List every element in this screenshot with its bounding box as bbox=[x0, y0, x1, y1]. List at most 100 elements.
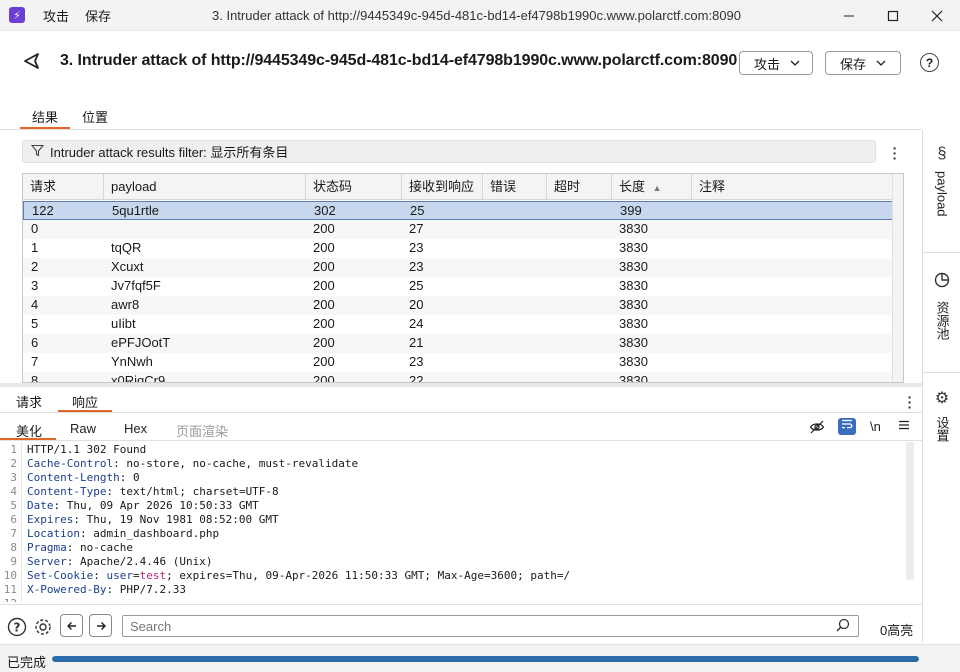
line-number: 5 bbox=[10, 499, 17, 512]
response-viewer[interactable]: 1 HTTP/1.1 302 Found 2 Cache-Control: no-st… bbox=[0, 442, 922, 602]
table-cell: YnNwh bbox=[111, 354, 153, 369]
active-tab-underline bbox=[58, 410, 112, 412]
search-input[interactable] bbox=[122, 615, 859, 637]
table-row[interactable]: 3 Jv7fqf5F 200 25 3830 bbox=[23, 277, 893, 296]
table-cell bbox=[482, 315, 546, 334]
burp-app-icon: ⚡ bbox=[9, 7, 25, 23]
help-icon[interactable]: ? bbox=[920, 53, 939, 72]
tab-divider bbox=[0, 129, 922, 130]
sidebar-label-payload: payload bbox=[934, 171, 950, 217]
header-separator: : bbox=[113, 457, 127, 470]
table-scrollbar[interactable] bbox=[892, 174, 903, 382]
newline-toggle-icon[interactable]: \n bbox=[870, 419, 881, 434]
response-scrollbar[interactable] bbox=[906, 442, 914, 580]
header-separator: : bbox=[106, 485, 120, 498]
right-sidebar: § payload 资源池 ⚙ 设置 bbox=[922, 130, 960, 642]
maximize-icon[interactable] bbox=[870, 0, 916, 31]
response-line: 12 bbox=[0, 597, 912, 602]
help-circle-icon[interactable]: ? bbox=[6, 616, 28, 638]
sort-ascending-icon: ▲ bbox=[652, 183, 662, 193]
table-row[interactable]: 8 x0RjqCr9 200 22 3830 bbox=[23, 372, 893, 383]
attack-button-label: 攻击 bbox=[754, 56, 781, 72]
save-dropdown-button[interactable]: 保存 bbox=[825, 51, 901, 75]
table-row[interactable]: 6 ePFJOotT 200 21 3830 bbox=[23, 334, 893, 353]
attack-dropdown-button[interactable]: 攻击 bbox=[739, 51, 813, 75]
header-value: no-cache bbox=[80, 541, 133, 554]
table-cell bbox=[546, 334, 611, 353]
table-row[interactable]: 5 uIibt 200 24 3830 bbox=[23, 315, 893, 334]
close-icon[interactable] bbox=[914, 0, 960, 31]
table-row[interactable]: 1 tqQR 200 23 3830 bbox=[23, 239, 893, 258]
response-line: 7 Location: admin_dashboard.php bbox=[0, 527, 912, 541]
cookie-equals: = bbox=[132, 569, 140, 582]
table-cell: 21 bbox=[409, 335, 424, 350]
previous-match-button[interactable] bbox=[60, 614, 83, 637]
header-value: admin_dashboard.php bbox=[93, 527, 220, 540]
table-row[interactable]: 4 awr8 200 20 3830 bbox=[23, 296, 893, 315]
line-number: 8 bbox=[10, 541, 17, 554]
more-options-icon[interactable]: · · · bbox=[890, 141, 900, 165]
header-separator: : bbox=[53, 499, 67, 512]
attack-progress-bar bbox=[52, 656, 919, 662]
table-cell: 3830 bbox=[619, 335, 648, 350]
table-cell: 3830 bbox=[619, 354, 648, 369]
tab-hex[interactable]: Hex bbox=[124, 421, 147, 436]
sidebar-item-resource-pool[interactable]: 资源池 bbox=[923, 272, 960, 340]
sidebar-item-settings[interactable]: ⚙ 设置 bbox=[923, 388, 960, 442]
column-header-request[interactable]: 请求 bbox=[23, 174, 103, 200]
table-row[interactable]: 7 YnNwh 200 23 3830 bbox=[23, 353, 893, 372]
tab-request[interactable]: 请求 bbox=[16, 392, 42, 411]
table-cell bbox=[483, 202, 547, 221]
table-row[interactable]: 0 200 27 3830 bbox=[23, 220, 893, 239]
results-filter-bar[interactable]: Intruder attack results filter: 显示所有条目 bbox=[22, 140, 876, 163]
next-match-button[interactable] bbox=[89, 614, 112, 637]
column-header-payload[interactable]: payload bbox=[103, 174, 305, 200]
sidebar-divider bbox=[923, 372, 960, 373]
column-header-length[interactable]: 长度 ▲ bbox=[611, 174, 691, 200]
table-cell: 3830 bbox=[619, 373, 648, 383]
search-icon[interactable] bbox=[836, 618, 850, 635]
table-cell: 8 bbox=[31, 373, 39, 383]
menu-save[interactable]: 保存 bbox=[85, 6, 111, 25]
column-header-response-received[interactable]: 接收到响应 bbox=[401, 174, 482, 200]
table-cell bbox=[546, 353, 611, 372]
target-arrow-icon[interactable] bbox=[22, 51, 42, 71]
line-content: Cache-Control: no-store, no-cache, must-… bbox=[27, 457, 358, 471]
tab-positions[interactable]: 位置 bbox=[70, 103, 120, 129]
line-content: Set-Cookie: user=test; expires=Thu, 09-A… bbox=[27, 569, 570, 583]
cookie-name: user bbox=[106, 569, 133, 582]
sidebar-item-payload[interactable]: § payload bbox=[923, 145, 960, 217]
column-header-comment[interactable]: 注释 bbox=[691, 174, 893, 200]
menu-attack[interactable]: 攻击 bbox=[43, 6, 69, 25]
line-content: Expires: Thu, 19 Nov 1981 08:52:00 GMT bbox=[27, 513, 279, 527]
gear-icon[interactable] bbox=[32, 616, 54, 638]
menu-icon[interactable] bbox=[898, 419, 910, 434]
tab-raw[interactable]: Raw bbox=[70, 421, 96, 436]
table-cell bbox=[546, 258, 611, 277]
table-cell bbox=[691, 372, 893, 382]
column-header-status[interactable]: 状态码 bbox=[305, 174, 401, 200]
tab-response[interactable]: 响应 bbox=[72, 392, 98, 411]
minimize-icon[interactable] bbox=[826, 0, 872, 31]
column-header-timeout[interactable]: 超时 bbox=[546, 174, 611, 200]
header-name: Location bbox=[27, 527, 80, 540]
table-row[interactable]: 2 Xcuxt 200 23 3830 bbox=[23, 258, 893, 277]
header-name: Expires bbox=[27, 513, 74, 526]
table-cell: 3830 bbox=[619, 278, 648, 293]
table-row[interactable]: 122 5qu1rtle 302 25 399 bbox=[23, 201, 893, 220]
wrap-lines-icon[interactable] bbox=[838, 418, 856, 435]
more-options-icon[interactable]: · · · bbox=[905, 390, 915, 414]
column-header-error[interactable]: 错误 bbox=[482, 174, 546, 200]
header-separator: : bbox=[93, 569, 107, 582]
hide-eye-icon[interactable] bbox=[809, 419, 825, 438]
header-separator: : bbox=[79, 527, 94, 540]
header-separator: : bbox=[66, 541, 80, 554]
line-number: 3 bbox=[10, 471, 17, 484]
table-cell bbox=[691, 277, 893, 296]
arrow-right-icon bbox=[96, 621, 106, 630]
table-cell bbox=[546, 296, 611, 315]
table-cell: 3 bbox=[31, 278, 39, 293]
pane-splitter[interactable] bbox=[0, 383, 922, 387]
tab-results[interactable]: 结果 bbox=[20, 103, 71, 129]
header-value: ; expires=Thu, 09-Apr-2026 11:50:33 GMT;… bbox=[166, 569, 571, 582]
